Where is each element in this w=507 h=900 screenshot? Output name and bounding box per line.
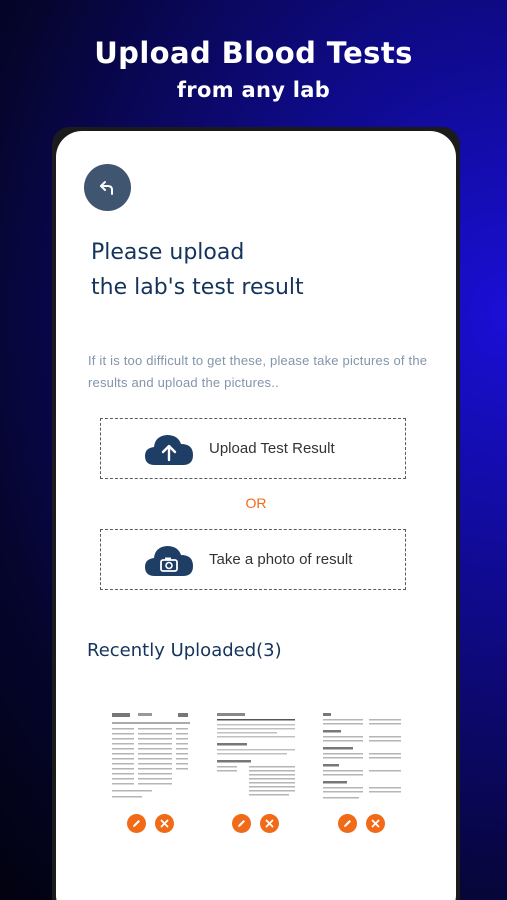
thumbnail-actions — [127, 814, 174, 833]
document-preview — [108, 710, 193, 806]
uploaded-document-thumbnail[interactable] — [213, 710, 298, 806]
edit-button[interactable] — [232, 814, 251, 833]
thumbnail-actions — [232, 814, 279, 833]
delete-button[interactable] — [366, 814, 385, 833]
delete-button[interactable] — [155, 814, 174, 833]
uploaded-document-thumbnail[interactable] — [319, 710, 404, 806]
photo-label: Take a photo of result — [209, 551, 353, 568]
edit-button[interactable] — [127, 814, 146, 833]
close-icon — [371, 819, 380, 828]
upload-label: Upload Test Result — [209, 440, 335, 457]
document-preview — [213, 710, 298, 806]
delete-button[interactable] — [260, 814, 279, 833]
document-preview — [319, 710, 404, 806]
heading-line-1: Please upload — [91, 240, 245, 265]
hero-title: Upload Blood Tests — [94, 36, 413, 70]
uploaded-document-thumbnail[interactable] — [108, 710, 193, 806]
close-icon — [265, 819, 274, 828]
pencil-icon — [344, 820, 351, 827]
pencil-icon — [133, 820, 140, 827]
close-icon — [160, 819, 169, 828]
cloud-upload-icon — [145, 434, 193, 465]
heading-line-2: the lab's test result — [91, 275, 304, 300]
back-arrow-icon — [99, 180, 113, 195]
recently-uploaded-title: Recently Uploaded(3) — [87, 640, 282, 661]
pencil-icon — [238, 820, 245, 827]
back-button[interactable] — [84, 164, 131, 211]
hero-subtitle: from any lab — [176, 78, 331, 102]
cloud-camera-icon — [145, 545, 193, 576]
thumbnail-actions — [338, 814, 385, 833]
or-divider: OR — [245, 495, 267, 511]
take-photo-button[interactable]: Take a photo of result — [100, 529, 406, 590]
upload-test-result-button[interactable]: Upload Test Result — [100, 418, 406, 479]
hint-text: If it is too difficult to get these, ple… — [88, 353, 428, 390]
upload-card: Please upload the lab's test result If i… — [56, 131, 456, 900]
edit-button[interactable] — [338, 814, 357, 833]
page-heading: Please upload the lab's test result — [91, 235, 431, 305]
hero: Upload Blood Tests from any lab — [0, 36, 507, 102]
